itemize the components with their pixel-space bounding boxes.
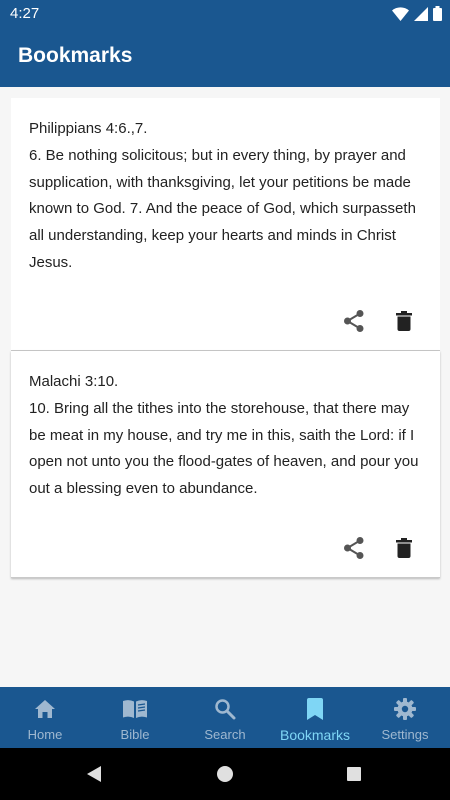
page-title: Bookmarks [18,44,133,67]
system-nav-bar [0,748,450,800]
bookmark-list: Philippians 4:6.,7. 6. Be nothing solici… [11,98,440,578]
share-icon [344,537,364,559]
app-bar: Bookmarks [0,27,450,87]
bookmark-reference: Philippians 4:6.,7. [29,120,148,137]
circle-icon [217,766,233,782]
nav-label-search: Search [204,727,246,742]
status-bar: 4:27 [0,0,450,27]
delete-button[interactable] [389,306,419,336]
back-icon [87,766,101,782]
back-button[interactable] [83,763,105,785]
bottom-nav: Home Bible Search Bookmarks Settings [0,687,450,748]
nav-item-bible[interactable]: Bible [90,687,180,748]
wifi-icon [392,6,409,21]
search-icon [214,697,236,721]
book-icon [122,697,148,721]
share-button[interactable] [339,306,369,336]
nav-label-home: Home [27,727,63,742]
trash-icon [396,538,412,558]
status-time: 4:27 [10,5,40,22]
nav-label-settings: Settings [381,727,429,742]
home-system-button[interactable] [214,763,236,785]
bookmark-card[interactable]: Philippians 4:6.,7. 6. Be nothing solici… [11,98,440,351]
nav-item-search[interactable]: Search [180,687,270,748]
bookmark-verse-text: 6. Be nothing solicitous; but in every t… [29,146,416,271]
battery-icon [433,6,442,21]
delete-button[interactable] [389,533,419,563]
trash-icon [396,311,412,331]
nav-label-bible: Bible [120,727,150,742]
gear-icon [394,697,416,721]
bookmark-icon [307,697,323,721]
nav-item-bookmarks[interactable]: Bookmarks [270,687,360,748]
home-icon [34,697,56,721]
share-icon [344,310,364,332]
nav-item-settings[interactable]: Settings [360,687,450,748]
square-icon [347,767,361,781]
bookmark-content: Philippians 4:6.,7. 6. Be nothing solici… [29,116,424,277]
bookmark-reference: Malachi 3:10. [29,373,119,390]
status-icons [392,5,442,22]
bookmark-verse-text: 10. Bring all the tithes into the storeh… [29,399,419,498]
bookmark-card[interactable]: Malachi 3:10. 10. Bring all the tithes i… [11,351,440,578]
recents-button[interactable] [343,763,365,785]
signal-icon [414,6,428,21]
nav-item-home[interactable]: Home [0,687,90,748]
bookmark-content: Malachi 3:10. 10. Bring all the tithes i… [29,369,424,503]
share-button[interactable] [339,533,369,563]
nav-label-bookmarks: Bookmarks [279,727,351,743]
